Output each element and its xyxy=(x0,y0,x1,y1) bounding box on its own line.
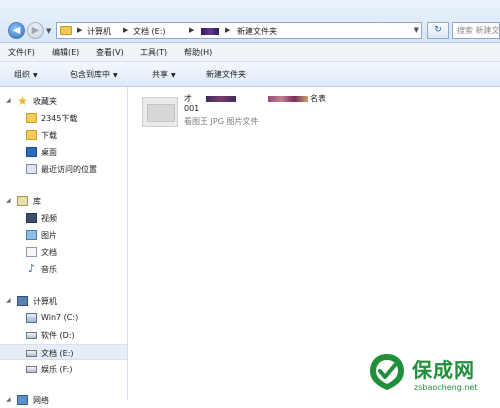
recent-pages-dropdown-icon[interactable]: ▼ xyxy=(46,27,51,35)
desktop-icon xyxy=(26,147,37,157)
documents-library-icon xyxy=(26,247,37,257)
nav-label: 文档 (E:) xyxy=(41,349,74,358)
network-icon xyxy=(17,395,28,405)
nav-label: 文档 xyxy=(41,248,57,257)
music-note-icon: ♪ xyxy=(27,262,36,275)
menu-file[interactable]: 文件(F) xyxy=(8,47,35,58)
nav-item-videos[interactable]: 视频 xyxy=(0,210,127,226)
nav-item-drive-c[interactable]: Win7 (C:) xyxy=(0,310,127,326)
nav-item-drive-f[interactable]: 娱乐 (F:) xyxy=(0,361,127,377)
nav-label: Win7 (C:) xyxy=(41,313,79,322)
nav-label: 下载 xyxy=(41,131,57,140)
nav-item-2345-downloads[interactable]: 2345下载 xyxy=(0,110,127,126)
share-label: 共享 xyxy=(152,70,168,79)
redacted-breadcrumb[interactable] xyxy=(201,28,219,35)
menu-edit[interactable]: 编辑(E) xyxy=(52,47,79,58)
menu-tools[interactable]: 工具(T) xyxy=(140,47,167,58)
menu-help[interactable]: 帮助(H) xyxy=(184,47,212,58)
file-item[interactable]: 才 名表 001 看图王 JPG 图片文件 xyxy=(142,93,342,133)
hard-drive-icon xyxy=(26,332,37,339)
menu-bar: 文件(F) 编辑(E) 查看(V) 工具(T) 帮助(H) xyxy=(0,43,500,62)
menu-view[interactable]: 查看(V) xyxy=(96,47,124,58)
nav-label: 计算机 xyxy=(33,297,57,306)
new-folder-button[interactable]: 新建文件夹 xyxy=(206,69,246,80)
expand-triangle-icon[interactable]: ◢ xyxy=(6,297,11,304)
downloads-folder-icon xyxy=(26,130,37,140)
nav-item-drive-d[interactable]: 软件 (D:) xyxy=(0,327,127,343)
watermark-brand: 保成网 xyxy=(412,358,475,382)
nav-network[interactable]: ◢ 网络 xyxy=(0,392,127,408)
video-library-icon xyxy=(26,213,37,223)
computer-icon xyxy=(17,296,28,306)
expand-triangle-icon[interactable]: ◢ xyxy=(6,97,11,104)
command-bar: 组织 ▼ 包含到库中 ▼ 共享 ▼ 新建文件夹 xyxy=(0,62,500,87)
include-in-library-label: 包含到库中 xyxy=(70,70,110,79)
nav-computer[interactable]: ◢ 计算机 xyxy=(0,293,127,309)
chevron-right-icon[interactable]: ▶ xyxy=(225,26,230,34)
nav-libraries[interactable]: ◢ 库 xyxy=(0,193,127,209)
pictures-library-icon xyxy=(26,230,37,240)
caret-down-icon: ▼ xyxy=(33,72,38,79)
nav-favorites[interactable]: ◢ ★ 收藏夹 xyxy=(0,93,127,109)
refresh-button[interactable]: ↻ xyxy=(427,22,449,39)
search-input[interactable]: 搜索 新建文件夹 xyxy=(452,22,500,39)
share-button[interactable]: 共享 ▼ xyxy=(152,69,176,80)
recent-places-icon xyxy=(26,164,37,174)
nav-label: 库 xyxy=(33,197,41,206)
nav-label: 2345下载 xyxy=(41,114,78,123)
navigation-pane: ◢ ★ 收藏夹 2345下载 下载 桌面 最近访问的位置 ◢ 库 视频 图片 文… xyxy=(0,87,128,405)
nav-label: 音乐 xyxy=(41,265,57,274)
nav-item-pictures[interactable]: 图片 xyxy=(0,227,127,243)
nav-item-recent-places[interactable]: 最近访问的位置 xyxy=(0,161,127,177)
chevron-right-icon[interactable]: ▶ xyxy=(123,26,128,34)
nav-label: 网络 xyxy=(33,396,49,405)
nav-item-downloads[interactable]: 下载 xyxy=(0,127,127,143)
address-field[interactable]: ▶ 计算机 ▶ 文档 (E:) ▶ ▶ 新建文件夹 ▼ xyxy=(56,22,422,39)
star-icon: ★ xyxy=(17,94,28,108)
file-name-start: 才 xyxy=(184,94,192,103)
chevron-right-icon[interactable]: ▶ xyxy=(189,26,194,34)
redacted-name-part xyxy=(206,96,236,102)
address-dropdown-icon[interactable]: ▼ xyxy=(414,26,419,34)
nav-label: 娱乐 (F:) xyxy=(41,365,73,374)
breadcrumb-drive-e[interactable]: 文档 (E:) xyxy=(133,26,166,37)
caret-down-icon: ▼ xyxy=(113,72,118,79)
organize-label: 组织 xyxy=(14,70,30,79)
chevron-right-icon[interactable]: ▶ xyxy=(77,26,82,34)
nav-item-music[interactable]: ♪ 音乐 xyxy=(0,261,127,277)
hard-drive-icon xyxy=(26,350,37,357)
file-name-line2: 001 xyxy=(184,104,200,113)
file-name-end: 名表 xyxy=(310,94,326,103)
nav-label: 图片 xyxy=(41,231,57,240)
nav-item-desktop[interactable]: 桌面 xyxy=(0,144,127,160)
back-button[interactable]: ◀ xyxy=(8,22,25,39)
file-type: 看图王 JPG 图片文件 xyxy=(184,117,259,126)
address-toolbar: ◀ ▶ ▼ ▶ 计算机 ▶ 文档 (E:) ▶ ▶ 新建文件夹 ▼ ↻ 搜索 新… xyxy=(0,0,500,43)
nav-label: 视频 xyxy=(41,214,57,223)
caret-down-icon: ▼ xyxy=(171,72,176,79)
folder-icon xyxy=(60,26,72,35)
breadcrumb-new-folder[interactable]: 新建文件夹 xyxy=(237,26,277,37)
image-thumbnail xyxy=(142,97,178,127)
expand-triangle-icon[interactable]: ◢ xyxy=(6,197,11,204)
watermark-url: zsbaocheng.net xyxy=(414,383,478,392)
system-drive-icon xyxy=(26,313,37,323)
nav-label: 软件 (D:) xyxy=(41,331,75,340)
breadcrumb-computer[interactable]: 计算机 xyxy=(87,26,111,37)
nav-label: 桌面 xyxy=(41,148,57,157)
include-in-library-button[interactable]: 包含到库中 ▼ xyxy=(70,69,118,80)
forward-button[interactable]: ▶ xyxy=(27,22,44,39)
library-icon xyxy=(17,196,28,206)
nav-item-drive-e[interactable]: 文档 (E:) xyxy=(0,344,127,360)
organize-button[interactable]: 组织 ▼ xyxy=(14,69,38,80)
watermark-logo xyxy=(370,354,404,390)
folder-icon xyxy=(26,113,37,123)
nav-label: 最近访问的位置 xyxy=(41,165,97,174)
redacted-name-part xyxy=(268,96,308,102)
nav-label: 收藏夹 xyxy=(33,97,57,106)
hard-drive-icon xyxy=(26,366,37,373)
nav-item-documents[interactable]: 文档 xyxy=(0,244,127,260)
